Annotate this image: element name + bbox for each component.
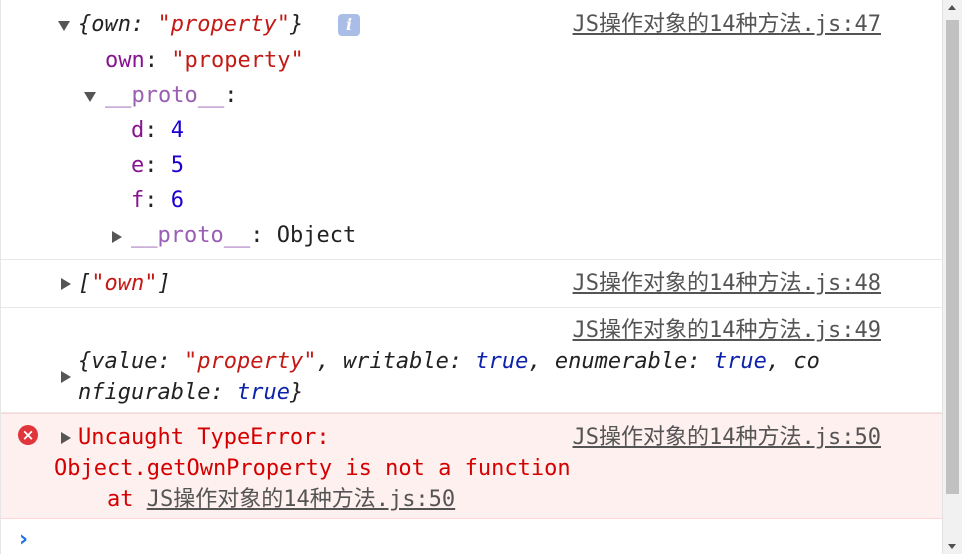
desc-key-enumerable: enumerable: [554, 349, 688, 374]
desc-sep: :: [687, 349, 714, 374]
expand-triangle-icon[interactable]: [112, 231, 122, 243]
desc-sep: :: [448, 349, 476, 374]
property-value: "property": [171, 48, 304, 73]
property-sep: :: [144, 48, 172, 73]
array-open: [: [78, 271, 92, 296]
inner-proto-sep: :: [250, 223, 277, 248]
array-close: ]: [157, 271, 171, 296]
info-icon[interactable]: i: [338, 14, 360, 36]
desc-comma: ,: [766, 349, 794, 374]
desc-sep: :: [157, 349, 184, 374]
console-message-object: {own: "property"} i JS操作对象的14种方法.js:47 o…: [1, 0, 944, 260]
proto-property[interactable]: __proto__:: [105, 81, 237, 111]
desc-comma: ,: [316, 349, 343, 374]
property-key: f: [131, 188, 145, 213]
property-d: d: 4: [131, 116, 184, 146]
inner-proto-property[interactable]: __proto__: Object: [131, 221, 356, 251]
source-link-50[interactable]: JS操作对象的14种方法.js:50: [573, 423, 881, 453]
expand-triangle-icon[interactable]: [61, 278, 71, 290]
console-message-descriptor: JS操作对象的14种方法.js:49 {value: "property", w…: [1, 308, 944, 413]
array-summary[interactable]: ["own"]: [78, 269, 171, 299]
source-link-48[interactable]: JS操作对象的14种方法.js:48: [573, 269, 881, 299]
desc-open: {: [78, 349, 92, 374]
console-message-error: × Uncaught TypeError: JS操作对象的14种方法.js:50…: [1, 413, 944, 519]
desc-sep: :: [210, 380, 237, 405]
summary-key: own: [91, 12, 131, 37]
proto-key: __proto__: [105, 83, 225, 108]
error-icon: ×: [18, 425, 38, 445]
property-value: 5: [170, 153, 184, 178]
property-f: f: 6: [131, 186, 184, 216]
summary-value: "property": [157, 12, 290, 37]
summary-sep: :: [131, 12, 158, 37]
desc-value-string: "property": [183, 349, 317, 374]
error-message-line-1[interactable]: Uncaught TypeError:: [78, 423, 330, 453]
descriptor-line-2[interactable]: nfigurable: true}: [78, 378, 303, 408]
desc-value-true: true: [713, 349, 767, 374]
scroll-up-arrow-icon[interactable]: [948, 5, 956, 10]
property-sep: :: [144, 118, 171, 143]
console-panel: {own: "property"} i JS操作对象的14种方法.js:47 o…: [0, 0, 944, 554]
desc-key-value: value: [91, 349, 158, 374]
summary-open-brace: {: [78, 12, 92, 37]
property-sep: :: [144, 188, 171, 213]
error-message-line-2: Object.getOwnProperty is not a function: [54, 456, 571, 481]
descriptor-line-1[interactable]: {value: "property", writable: true, enum…: [78, 347, 820, 377]
console-prompt-icon[interactable]: ›: [19, 526, 28, 554]
proto-sep: :: [224, 83, 238, 108]
property-key: e: [131, 153, 145, 178]
property-sep: :: [144, 153, 171, 178]
collapse-triangle-icon[interactable]: [84, 92, 96, 102]
property-value: 4: [170, 118, 184, 143]
error-stack-line: at JS操作对象的14种方法.js:50: [54, 485, 455, 515]
collapse-triangle-icon[interactable]: [58, 21, 70, 31]
stack-source-link[interactable]: JS操作对象的14种方法.js:50: [147, 487, 455, 512]
desc-value-true: true: [475, 349, 529, 374]
source-link-47[interactable]: JS操作对象的14种方法.js:47: [573, 10, 881, 40]
scroll-down-arrow-icon[interactable]: [948, 544, 956, 549]
property-e: e: 5: [131, 151, 184, 181]
property-key: d: [131, 118, 145, 143]
desc-key-configurable-start: co: [793, 349, 820, 374]
source-link-49[interactable]: JS操作对象的14种方法.js:49: [573, 316, 881, 346]
desc-key-writable: writable: [342, 349, 449, 374]
scrollbar-thumb[interactable]: [946, 20, 959, 494]
expand-triangle-icon[interactable]: [61, 371, 71, 383]
desc-close: }: [289, 380, 304, 405]
summary-close-brace: }: [289, 12, 304, 37]
array-value: "own": [91, 271, 158, 296]
desc-value-true: true: [236, 380, 290, 405]
console-message-array: ["own"] JS操作对象的14种方法.js:48: [1, 260, 944, 308]
property-key: own: [105, 48, 145, 73]
inner-proto-value: Object: [276, 223, 357, 248]
vertical-scrollbar[interactable]: [942, 0, 962, 554]
inner-proto-key: __proto__: [131, 223, 251, 248]
desc-key-configurable-end: nfigurable: [78, 380, 211, 405]
property-value: 6: [170, 188, 184, 213]
object-summary[interactable]: {own: "property"}: [78, 10, 303, 40]
desc-comma: ,: [528, 349, 555, 374]
expand-triangle-icon[interactable]: [61, 432, 71, 444]
property-own: own: "property": [105, 46, 304, 76]
stack-at-prefix: at: [54, 487, 147, 512]
